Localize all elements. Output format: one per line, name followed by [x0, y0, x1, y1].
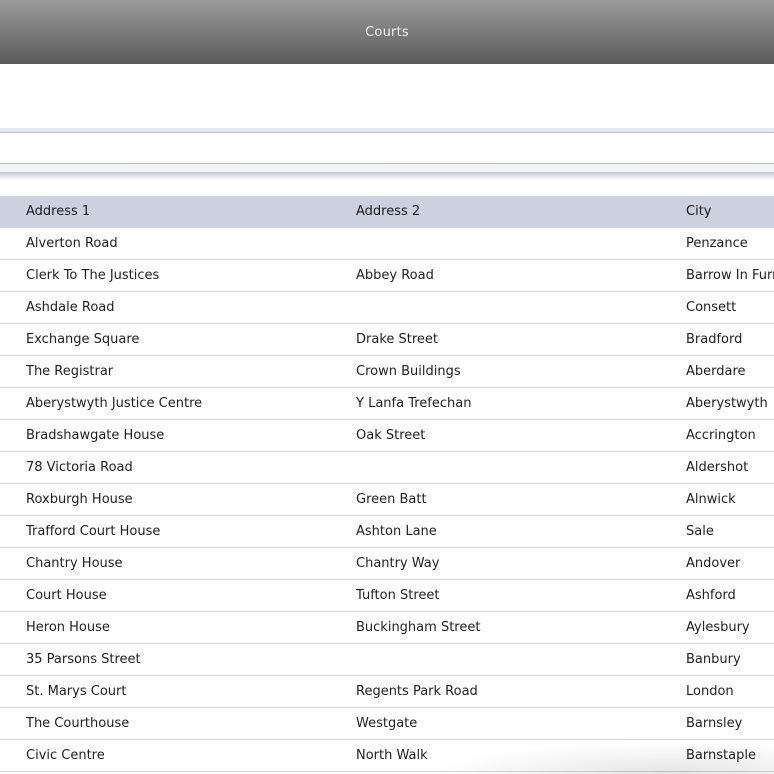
address-2-cell: North Walk: [356, 748, 428, 763]
table-row[interactable]: Aberystwyth Justice Centre Y Lanfa Trefec…: [0, 388, 774, 420]
city-cell: Consett: [686, 300, 737, 315]
city-cell: Accrington: [686, 428, 756, 443]
table-row[interactable]: Ashdale Road Consett: [0, 292, 774, 324]
table-row[interactable]: St. Marys Court Regents Park Road London: [0, 676, 774, 708]
search-input[interactable]: [0, 132, 774, 164]
column-header-address-1[interactable]: Address 1: [26, 196, 346, 228]
address-1-cell: Trafford Court House: [26, 524, 161, 539]
table-row[interactable]: Roxburgh House Green Batt Alnwick: [0, 484, 774, 516]
address-1-cell: Civic Centre: [26, 748, 105, 763]
search-bar: [0, 128, 774, 172]
address-1-cell: The Registrar: [26, 364, 114, 379]
city-cell: Aberystwyth: [686, 396, 768, 411]
city-cell: London: [686, 684, 734, 699]
address-2-cell: Oak Street: [356, 428, 426, 443]
city-cell: Bradford: [686, 332, 743, 347]
address-1-cell: St. Marys Court: [26, 684, 127, 699]
table-row[interactable]: 35 Parsons Street Banbury: [0, 644, 774, 676]
table-row[interactable]: Bradshawgate House Oak Street Accrington: [0, 420, 774, 452]
city-cell: Aldershot: [686, 460, 749, 475]
address-1-cell: Ashdale Road: [26, 300, 115, 315]
toolbar-area: [0, 64, 774, 128]
address-1-cell: Bradshawgate House: [26, 428, 165, 443]
window-title: Courts: [365, 24, 409, 40]
address-2-cell: Buckingham Street: [356, 620, 481, 635]
courts-table: Address 1 Address 2 City Alverton Road Pe…: [0, 196, 774, 772]
table-row[interactable]: Alverton Road Penzance: [0, 228, 774, 260]
address-2-cell: Drake Street: [356, 332, 439, 347]
table-row[interactable]: 78 Victoria Road Aldershot: [0, 452, 774, 484]
city-cell: Aylesbury: [686, 620, 750, 635]
address-1-cell: Aberystwyth Justice Centre: [26, 396, 203, 411]
address-1-cell: Court House: [26, 588, 107, 603]
address-1-cell: Chantry House: [26, 556, 123, 571]
table-header-row: Address 1 Address 2 City: [0, 196, 774, 228]
city-cell: Penzance: [686, 236, 748, 251]
address-1-cell: Clerk To The Justices: [26, 268, 160, 283]
app-window: Courts Address 1 Address 2 City Alverton…: [0, 0, 774, 774]
address-1-cell: Roxburgh House: [26, 492, 133, 507]
table-row[interactable]: The Registrar Crown Buildings Aberdare: [0, 356, 774, 388]
table-row[interactable]: The Courthouse Westgate Barnsley: [0, 708, 774, 740]
table-row[interactable]: Trafford Court House Ashton Lane Sale: [0, 516, 774, 548]
search-bar-shadow: [0, 172, 774, 180]
address-2-cell: Green Batt: [356, 492, 427, 507]
table-row[interactable]: Chantry House Chantry Way Andover: [0, 548, 774, 580]
address-1-cell: 35 Parsons Street: [26, 652, 141, 667]
address-2-cell: Westgate: [356, 716, 418, 731]
city-cell: Ashford: [686, 588, 736, 603]
address-1-cell: Heron House: [26, 620, 110, 635]
table-row[interactable]: Exchange Square Drake Street Bradford: [0, 324, 774, 356]
city-cell: Barnsley: [686, 716, 743, 731]
table-row[interactable]: Civic Centre North Walk Barnstaple: [0, 740, 774, 772]
address-2-cell: Y Lanfa Trefechan: [356, 396, 472, 411]
address-2-cell: Tufton Street: [356, 588, 440, 603]
city-cell: Barrow In Furness: [686, 268, 774, 283]
table-body: Alverton Road Penzance Clerk To The Justic…: [0, 228, 774, 772]
city-cell: Alnwick: [686, 492, 736, 507]
address-1-cell: The Courthouse: [26, 716, 130, 731]
address-1-cell: Alverton Road: [26, 236, 118, 251]
table-row[interactable]: Heron House Buckingham Street Aylesbury: [0, 612, 774, 644]
city-cell: Aberdare: [686, 364, 746, 379]
city-cell: Sale: [686, 524, 714, 539]
address-2-cell: Abbey Road: [356, 268, 434, 283]
column-header-address-2[interactable]: Address 2: [356, 196, 676, 228]
address-2-cell: Regents Park Road: [356, 684, 478, 699]
address-2-cell: Chantry Way: [356, 556, 440, 571]
city-cell: Andover: [686, 556, 741, 571]
address-2-cell: Crown Buildings: [356, 364, 461, 379]
title-bar: Courts: [0, 0, 774, 64]
address-2-cell: Ashton Lane: [356, 524, 437, 539]
address-1-cell: Exchange Square: [26, 332, 140, 347]
city-cell: Banbury: [686, 652, 741, 667]
city-cell: Barnstaple: [686, 748, 756, 763]
column-header-city[interactable]: City: [686, 196, 774, 228]
table-row[interactable]: Clerk To The Justices Abbey Road Barrow In…: [0, 260, 774, 292]
table-row[interactable]: Court House Tufton Street Ashford: [0, 580, 774, 612]
address-1-cell: 78 Victoria Road: [26, 460, 133, 475]
